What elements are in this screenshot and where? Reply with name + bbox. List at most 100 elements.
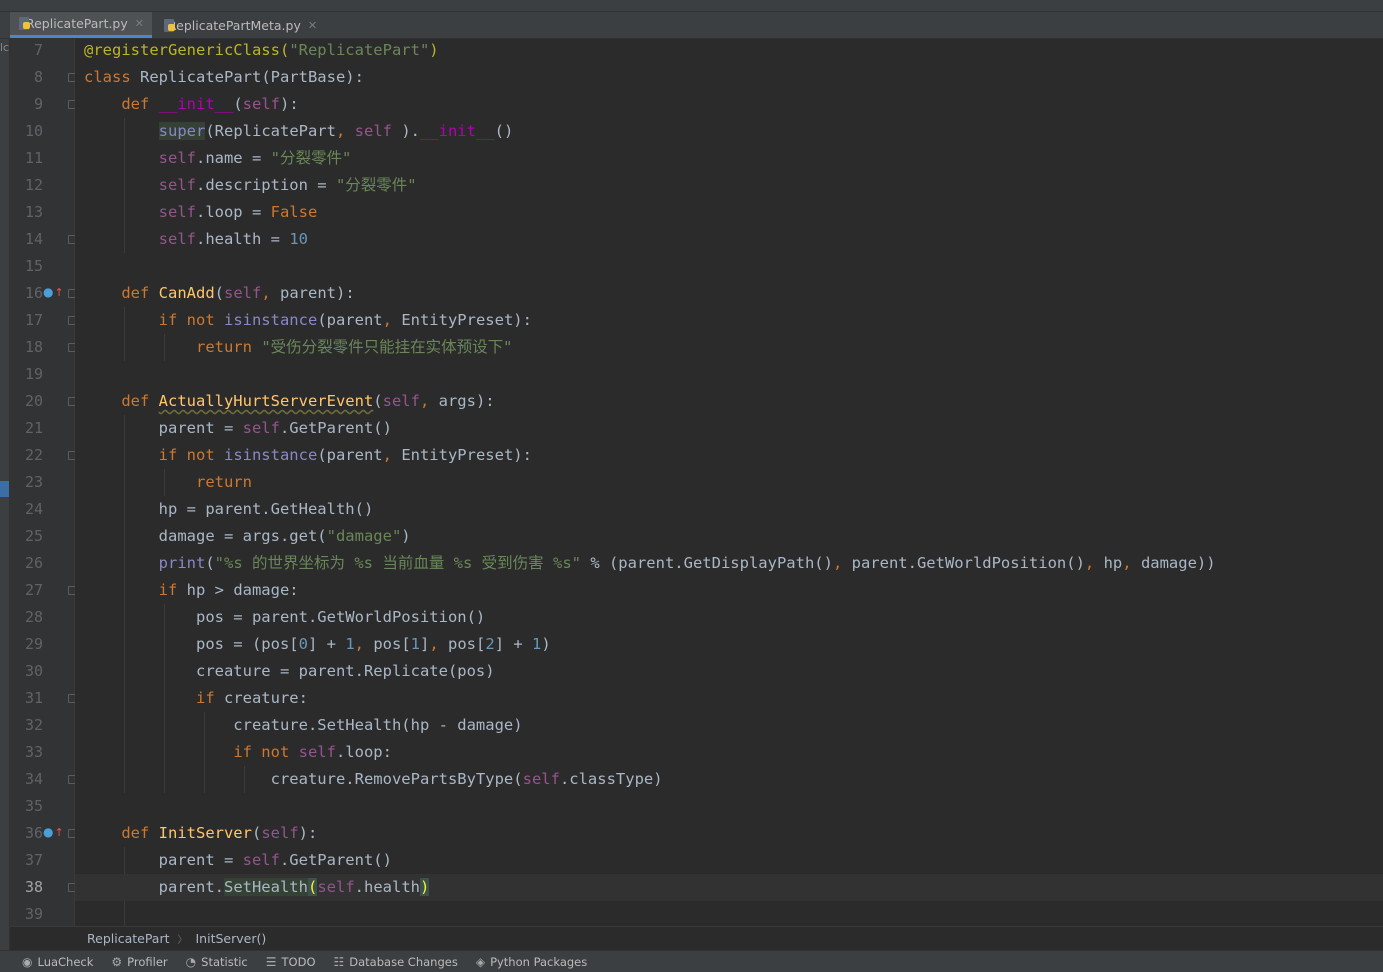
line-number: 10: [24, 122, 43, 140]
code-token: self: [242, 95, 280, 113]
code-token: 0: [298, 635, 308, 653]
python-packages-button[interactable]: ◈ Python Packages: [476, 955, 587, 969]
code-line[interactable]: if not self.loop:: [75, 739, 1383, 766]
code-line[interactable]: if not isinstance(parent, EntityPreset):: [75, 442, 1383, 469]
code-line[interactable]: parent = self.GetParent(): [75, 415, 1383, 442]
line-number: 9: [33, 95, 43, 113]
code-line[interactable]: if not isinstance(parent, EntityPreset):: [75, 307, 1383, 334]
code-line[interactable]: hp = parent.GetHealth(): [75, 496, 1383, 523]
code-token: super: [158, 122, 206, 140]
line-number: 8: [33, 68, 43, 86]
code-token: ,: [382, 311, 402, 329]
close-icon[interactable]: ✕: [135, 17, 144, 30]
code-line[interactable]: [75, 901, 1383, 926]
tab-replicatepart[interactable]: ReplicatePart.py ✕: [10, 12, 152, 38]
code-line[interactable]: [75, 361, 1383, 388]
line-number: 35: [24, 797, 43, 815]
code-token: .name =: [195, 149, 271, 167]
code-token: parent):: [280, 284, 355, 302]
line-number: 19: [24, 365, 43, 383]
statistic-button[interactable]: ◔ Statistic: [186, 955, 248, 969]
code-line[interactable]: creature.RemovePartsByType(self.classTyp…: [75, 766, 1383, 793]
line-number: 11: [24, 149, 43, 167]
line-number: 34: [24, 770, 43, 788]
luacheck-button[interactable]: ◉ LuaCheck: [22, 955, 93, 969]
code-line[interactable]: pos = parent.GetWorldPosition(): [75, 604, 1383, 631]
todo-button[interactable]: ☰ TODO: [266, 955, 316, 969]
line-number: 25: [24, 527, 43, 545]
code-line[interactable]: if creature:: [75, 685, 1383, 712]
line-number: 12: [24, 176, 43, 194]
code-line[interactable]: return: [75, 469, 1383, 496]
code-line[interactable]: return "受伤分裂零件只能挂在实体预设下": [75, 334, 1383, 361]
database-icon: ☷: [333, 954, 345, 969]
code-line[interactable]: [75, 253, 1383, 280]
code-token: __init__: [419, 122, 495, 140]
code-token: .classType): [559, 770, 663, 788]
code-line[interactable]: parent.SetHealth(self.health): [75, 874, 1383, 901]
code-token: ): [419, 878, 430, 896]
override-marker-icon[interactable]: ●↑: [43, 285, 64, 299]
code-token: EntityPreset):: [401, 311, 532, 329]
line-number: 21: [24, 419, 43, 437]
todo-label: TODO: [281, 954, 316, 969]
line-number: 23: [24, 473, 43, 491]
code-line[interactable]: def __init__(self):: [75, 91, 1383, 118]
code-line[interactable]: [75, 793, 1383, 820]
code-token: ,: [429, 635, 449, 653]
code-line[interactable]: self.description = "分裂零件": [75, 172, 1383, 199]
navigation-toolbar: [0, 0, 1383, 12]
code-line[interactable]: creature = parent.Replicate(pos): [75, 658, 1383, 685]
code-line[interactable]: parent = self.GetParent(): [75, 847, 1383, 874]
code-line[interactable]: self.name = "分裂零件": [75, 145, 1383, 172]
code-line[interactable]: @registerGenericClass("ReplicatePart"): [75, 39, 1383, 64]
tool-window-bar: ◉ LuaCheck ⚙ Profiler ◔ Statistic ☰ TODO ☷ Da…: [0, 950, 1383, 972]
code-token: self: [158, 176, 196, 194]
code-token: "分裂零件": [270, 149, 352, 167]
code-line[interactable]: def ActuallyHurtServerEvent(self, args):: [75, 388, 1383, 415]
code-token: pos = (pos[: [84, 635, 299, 653]
code-token: creature:: [223, 689, 308, 707]
line-number: 7: [33, 41, 43, 59]
close-icon[interactable]: ✕: [308, 19, 317, 32]
code-editor[interactable]: @registerGenericClass("ReplicatePart") cl…: [75, 39, 1383, 926]
code-token: parent =: [84, 419, 243, 437]
code-token: args):: [438, 392, 495, 410]
code-token: SetHealth: [223, 878, 308, 896]
tab-label: ReplicatePart.py: [25, 16, 128, 31]
code-line[interactable]: creature.SetHealth(hp - damage): [75, 712, 1383, 739]
profiler-button[interactable]: ⚙ Profiler: [111, 955, 167, 969]
code-line[interactable]: pos = (pos[0] + 1, pos[1], pos[2] + 1): [75, 631, 1383, 658]
code-line[interactable]: print("%s 的世界坐标为 %s 当前血量 %s 受到伤害 %s" % (…: [75, 550, 1383, 577]
code-line[interactable]: self.loop = False: [75, 199, 1383, 226]
code-token: creature = parent.Replicate(pos): [84, 662, 495, 680]
code-token: if: [195, 689, 224, 707]
database-changes-button[interactable]: ☷ Database Changes: [334, 955, 458, 969]
code-line[interactable]: damage = args.get("damage"): [75, 523, 1383, 550]
code-line[interactable]: def CanAdd(self, parent):: [75, 280, 1383, 307]
breadcrumb: ReplicatePart 〉 InitServer(): [10, 926, 1383, 950]
code-token: CanAdd: [158, 284, 215, 302]
tab-replicatepartmeta[interactable]: ReplicatePartMeta.py ✕: [155, 12, 325, 38]
breadcrumb-method[interactable]: InitServer(): [196, 931, 267, 946]
code-line[interactable]: self.health = 10: [75, 226, 1383, 253]
code-token: ] +: [494, 635, 533, 653]
code-line[interactable]: class ReplicatePart(PartBase):: [75, 64, 1383, 91]
code-token: hp > damage:: [186, 581, 299, 599]
code-token: self: [354, 122, 392, 140]
code-token: (: [233, 95, 243, 113]
editor-gutter[interactable]: 7 8 9 10 11 12 13 14 15 16 17 18 19 20 21 22 23 24 25 26 27 2…: [10, 39, 77, 926]
code-token: .loop =: [195, 203, 271, 221]
code-line[interactable]: if hp > damage:: [75, 577, 1383, 604]
breadcrumb-class[interactable]: ReplicatePart: [87, 931, 170, 946]
code-token: if not: [158, 446, 224, 464]
code-line[interactable]: super(ReplicatePart, self ).__init__(): [75, 118, 1383, 145]
code-line[interactable]: def InitServer(self):: [75, 820, 1383, 847]
profiler-label: Profiler: [127, 954, 168, 969]
code-token: ): [401, 527, 411, 545]
override-marker-icon[interactable]: ●↑: [43, 825, 64, 839]
